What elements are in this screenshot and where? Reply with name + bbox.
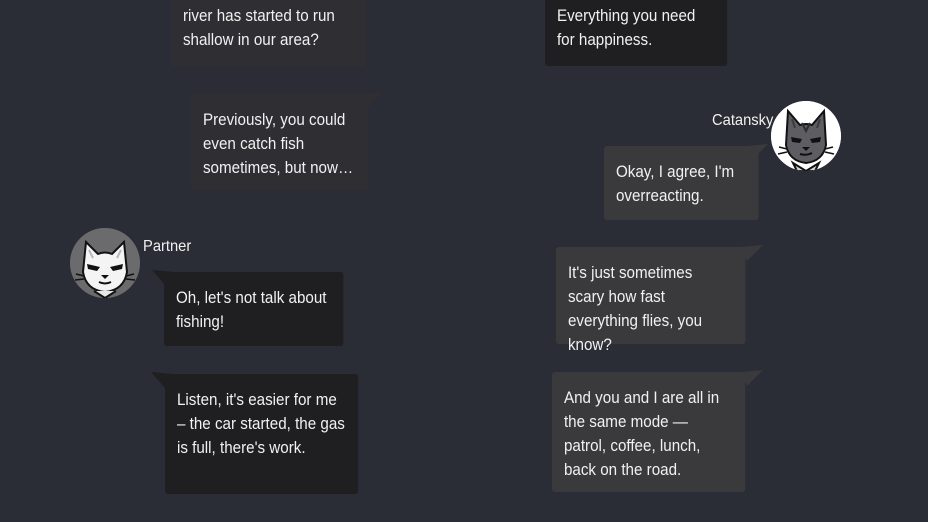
bubble-tail (360, 92, 382, 108)
message-bubble-left-1: river has started to run shallow in our … (171, 0, 367, 66)
speaker-name-partner: Partner (143, 238, 192, 255)
message-bubble-right-3: It's just sometimes scary how fast every… (556, 247, 746, 354)
message-text: And you and I are all in the same mode —… (563, 389, 720, 479)
catansky-avatar[interactable] (771, 101, 841, 171)
message-text: Okay, I agree, I'm overreacting. (615, 163, 735, 205)
message-text: Previously, you could even catch fish so… (202, 111, 354, 177)
speaker-name-catansky: Catansky (712, 112, 774, 129)
message-text: Listen, it's easier for me – the car sta… (176, 391, 345, 457)
message-bubble-right-1: Everything you need for happiness. (545, 0, 728, 66)
message-text: Oh, let's not talk about fishing! (175, 289, 327, 331)
bubble-tail (746, 144, 768, 160)
message-bubble-left-4: Listen, it's easier for me – the car sta… (165, 374, 359, 494)
message-bubble-right-2: Okay, I agree, I'm overreacting. (604, 146, 759, 220)
message-bubble-right-4: And you and I are all in the same mode —… (552, 372, 746, 492)
partner-avatar[interactable] (70, 228, 140, 298)
message-text: Everything you need for happiness. (556, 7, 696, 49)
bubble-tail (152, 270, 174, 286)
message-text: river has started to run shallow in our … (182, 7, 335, 49)
message-bubble-left-3: Oh, let's not talk about fishing! (164, 272, 344, 346)
message-bubble-left-2: Previously, you could even catch fish so… (191, 94, 368, 190)
message-text: It's just sometimes scary how fast every… (567, 264, 703, 354)
bubble-tail (151, 372, 173, 388)
bubble-tail (741, 370, 763, 386)
bubble-tail (741, 245, 763, 261)
white-cat-avatar-icon (70, 228, 140, 298)
gray-cat-avatar-icon (771, 101, 841, 171)
